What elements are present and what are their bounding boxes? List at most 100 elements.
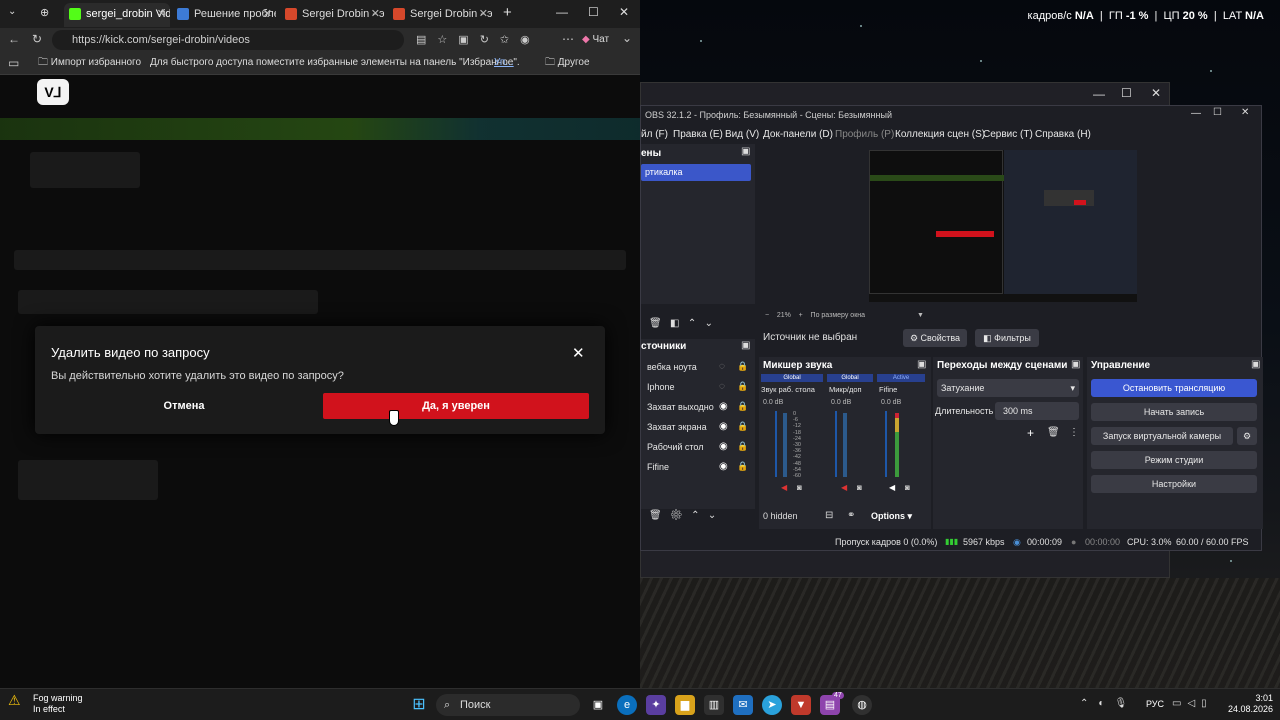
more-icon[interactable]: ⋮ bbox=[1069, 427, 1079, 438]
virtual-camera-button[interactable]: Запуск виртуальной камеры bbox=[1091, 427, 1233, 445]
speaker-icon[interactable]: ◀ bbox=[889, 483, 895, 492]
minimize-icon[interactable]: — bbox=[1191, 108, 1201, 119]
close-icon[interactable]: ✕ bbox=[1241, 107, 1249, 118]
menu-view[interactable]: Вид (V) bbox=[725, 129, 759, 140]
trash-icon[interactable]: 🗑 bbox=[649, 318, 662, 329]
eye-icon[interactable]: ◉ bbox=[719, 441, 728, 452]
menu-edit[interactable]: Правка (E) bbox=[673, 129, 723, 140]
link-icon[interactable]: ⚭ bbox=[847, 510, 855, 521]
duration-input[interactable]: 300 ms bbox=[995, 402, 1079, 420]
lock-icon[interactable]: 🔒 bbox=[737, 401, 748, 412]
tab-copilot[interactable]: Решение проблем✕ bbox=[172, 3, 276, 27]
menu-file[interactable]: йл (F) bbox=[641, 129, 668, 140]
volume-slider[interactable] bbox=[885, 411, 887, 477]
star-icon[interactable]: ☆ bbox=[437, 34, 458, 46]
chevron-down-icon[interactable]: ⌄ bbox=[622, 31, 632, 45]
obs-icon[interactable]: ◍ bbox=[852, 695, 872, 715]
mute-icon[interactable]: ◀ bbox=[841, 483, 847, 492]
app-icon[interactable]: ▼ bbox=[791, 695, 811, 715]
store-icon[interactable]: ▥ bbox=[704, 695, 724, 715]
copilot-icon[interactable]: ✦ bbox=[646, 695, 666, 715]
close-icon[interactable]: ✕ bbox=[371, 3, 380, 25]
network-tray-icon[interactable]: ◐ bbox=[1098, 698, 1114, 709]
maximize-icon[interactable]: ☐ bbox=[588, 5, 599, 19]
mail-icon[interactable]: ✉ bbox=[733, 695, 753, 715]
down-icon[interactable]: ⌄ bbox=[705, 318, 713, 329]
start-icon[interactable]: ⊞ bbox=[409, 695, 429, 715]
back-icon[interactable]: ← bbox=[8, 32, 20, 46]
volume-slider[interactable] bbox=[835, 411, 837, 477]
options-menu[interactable]: Options ▾ bbox=[871, 511, 912, 522]
more-icon[interactable]: ⋯ bbox=[562, 32, 574, 46]
tab-drobin-2[interactable]: Sergei Drobin - экс✕ bbox=[388, 3, 492, 27]
dock-icon[interactable]: ▣ bbox=[1071, 359, 1080, 370]
lock-icon[interactable]: 🔒 bbox=[737, 461, 748, 472]
sidebar-icon[interactable]: ▭ bbox=[8, 52, 19, 74]
chevron-up-icon[interactable]: ⌃ bbox=[1080, 698, 1098, 709]
tab-drobin-1[interactable]: Sergei Drobin - экс✕ bbox=[280, 3, 384, 27]
bookmarks-hint-link[interactable]: Уп... bbox=[494, 52, 514, 74]
lock-icon[interactable]: 🔒 bbox=[737, 421, 748, 432]
up-icon[interactable]: ⌃ bbox=[688, 318, 696, 329]
lock-icon[interactable]: 🔒 bbox=[737, 441, 748, 452]
headphones-icon[interactable]: ◙ bbox=[857, 483, 862, 492]
weather-widget[interactable]: ⚠ Fog warning In effect bbox=[8, 693, 83, 715]
zoom-in[interactable]: + bbox=[799, 312, 803, 319]
gear-icon[interactable]: ⚙ bbox=[670, 510, 683, 521]
menu-tools[interactable]: Сервис (T) bbox=[983, 129, 1033, 140]
battery-icon[interactable]: ▯ bbox=[1201, 698, 1213, 709]
settings-button[interactable]: Настройки bbox=[1091, 475, 1257, 493]
close-icon[interactable]: ✕ bbox=[572, 344, 585, 362]
new-tab-icon[interactable]: + bbox=[503, 4, 512, 21]
source-item-2[interactable]: Захват выходно bbox=[647, 402, 714, 412]
scene-item-selected[interactable]: ртикалка bbox=[641, 164, 751, 181]
dock-icon[interactable]: ▣ bbox=[741, 146, 750, 157]
up-icon[interactable]: ⌃ bbox=[691, 510, 699, 521]
sync-icon[interactable]: ↻ bbox=[480, 34, 500, 46]
confirm-delete-button[interactable]: Да, я уверен bbox=[323, 393, 589, 419]
mute-icon[interactable]: ◀ bbox=[781, 483, 787, 492]
mic-icon[interactable]: 🎙 bbox=[1114, 698, 1137, 709]
layout-icon[interactable]: ⊟ bbox=[825, 510, 833, 521]
language-indicator[interactable]: РУС bbox=[1146, 699, 1164, 709]
task-view-icon[interactable]: ▣ bbox=[588, 695, 608, 715]
url-input[interactable]: https://kick.com/sergei-drobin/videos bbox=[52, 30, 404, 50]
close-icon[interactable]: ✕ bbox=[263, 3, 272, 25]
properties-button[interactable]: ⚙ Свойства bbox=[903, 329, 967, 347]
telegram-icon[interactable]: ➤ bbox=[762, 695, 782, 715]
maximize-icon[interactable]: ☐ bbox=[1213, 107, 1222, 118]
edge-icon[interactable]: e bbox=[617, 695, 637, 715]
lock-icon[interactable]: 🔒 bbox=[737, 361, 748, 372]
eye-icon[interactable]: ◉ bbox=[719, 401, 728, 412]
headphones-icon[interactable]: ◙ bbox=[905, 483, 910, 492]
menu-docks[interactable]: Док-панели (D) bbox=[763, 129, 833, 140]
close-icon[interactable]: ✕ bbox=[619, 5, 629, 19]
trash-icon[interactable]: 🗑 bbox=[1047, 427, 1060, 438]
maximize-icon[interactable]: ☐ bbox=[1121, 86, 1132, 100]
start-recording-button[interactable]: Начать запись bbox=[1091, 403, 1257, 421]
lock-icon[interactable]: 🔒 bbox=[737, 381, 748, 392]
cancel-button[interactable]: Отмена bbox=[51, 393, 317, 419]
minimize-icon[interactable]: — bbox=[556, 5, 568, 19]
import-favorites[interactable]: 🗀 Импорт избранного bbox=[38, 52, 141, 74]
dock-icon[interactable]: ▣ bbox=[917, 359, 926, 370]
preview-canvas[interactable] bbox=[869, 150, 1137, 302]
source-item-5[interactable]: Fifine bbox=[647, 462, 669, 472]
dock-icon[interactable]: ▣ bbox=[1251, 359, 1260, 370]
menu-profile[interactable]: Профиль (P) bbox=[835, 129, 894, 140]
eye-icon[interactable]: ◉ bbox=[719, 461, 728, 472]
zoom-fit-select[interactable]: По размеру окна bbox=[811, 312, 865, 319]
headphones-icon[interactable]: ◙ bbox=[797, 483, 802, 492]
volume-slider[interactable] bbox=[775, 411, 777, 477]
studio-mode-button[interactable]: Режим студии bbox=[1091, 451, 1257, 469]
minimize-icon[interactable]: — bbox=[1093, 87, 1105, 101]
tab-kick-videos[interactable]: sergei_drobin Video✕ bbox=[64, 3, 170, 27]
chat-button[interactable]: ◆ Чат bbox=[582, 34, 609, 45]
favorites-icon[interactable]: ✩ bbox=[500, 34, 520, 46]
stop-streaming-button[interactable]: Остановить трансляцию bbox=[1091, 379, 1257, 397]
close-icon[interactable]: ✕ bbox=[479, 3, 488, 25]
filter-icon[interactable]: ◧ bbox=[670, 318, 679, 329]
source-item-3[interactable]: Захват экрана bbox=[647, 422, 707, 432]
file-explorer-icon[interactable]: ▆ bbox=[675, 695, 695, 715]
add-icon[interactable]: + bbox=[1027, 426, 1034, 440]
